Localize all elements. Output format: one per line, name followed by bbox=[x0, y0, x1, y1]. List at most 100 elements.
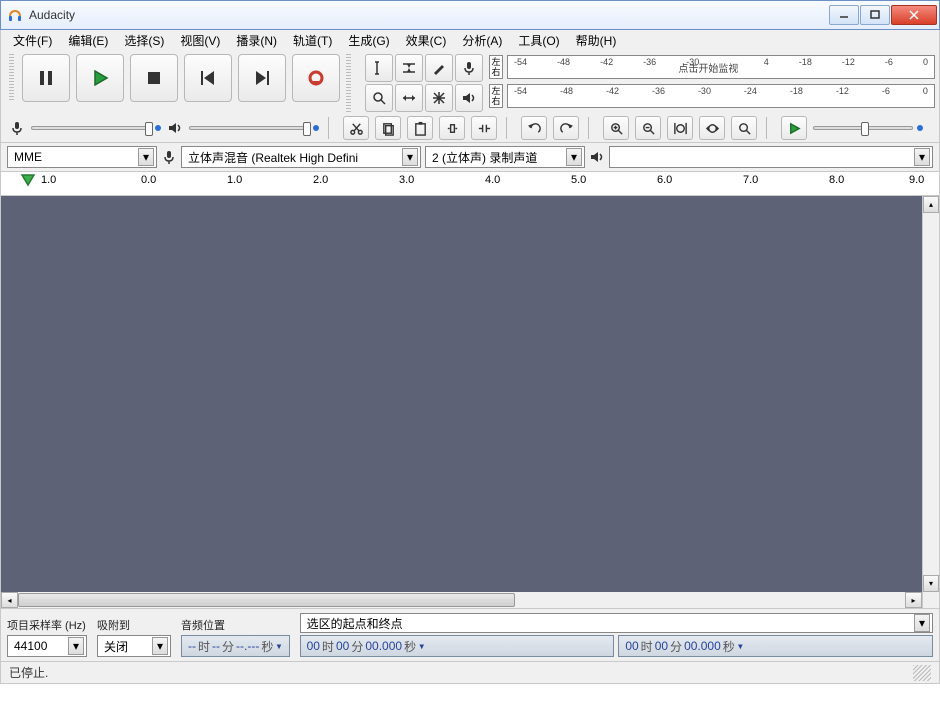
audio-host-combo[interactable]: MME ▾ bbox=[7, 146, 157, 168]
zoom-in-button[interactable] bbox=[603, 116, 629, 140]
menu-file[interactable]: 文件(F) bbox=[5, 31, 60, 50]
stop-button[interactable] bbox=[130, 54, 178, 102]
close-button[interactable] bbox=[891, 5, 937, 25]
chevron-down-icon: ▾ bbox=[914, 614, 930, 632]
menu-effect[interactable]: 效果(C) bbox=[398, 31, 455, 50]
recording-volume-slider[interactable] bbox=[31, 125, 161, 131]
playback-device-combo[interactable]: ▾ bbox=[609, 146, 933, 168]
trim-button[interactable] bbox=[439, 116, 465, 140]
ruler-tick: 8.0 bbox=[829, 174, 844, 186]
toolbar-grip[interactable] bbox=[9, 54, 14, 102]
transport-toolbar bbox=[22, 54, 340, 102]
multi-tool-icon[interactable] bbox=[425, 84, 453, 112]
menu-edit[interactable]: 编辑(E) bbox=[60, 31, 116, 50]
selection-toolbar: 项目采样率 (Hz) 44100 ▾ 吸附到 关闭 ▾ 音频位置 --时 --分… bbox=[0, 609, 940, 662]
timeline-ruler[interactable]: 1.00.01.02.03.04.05.06.07.08.09.0 bbox=[0, 172, 940, 196]
scroll-handle[interactable] bbox=[18, 593, 515, 607]
menu-analyze[interactable]: 分析(A) bbox=[454, 31, 510, 50]
skip-start-button[interactable] bbox=[184, 54, 232, 102]
ruler-tick: 2.0 bbox=[313, 174, 328, 186]
recording-device-combo[interactable]: 立体声混音 (Realtek High Defini ▾ bbox=[181, 146, 421, 168]
menu-generate[interactable]: 生成(G) bbox=[340, 31, 397, 50]
speaker-icon bbox=[167, 120, 183, 136]
menu-bar: 文件(F) 编辑(E) 选择(S) 视图(V) 播录(N) 轨道(T) 生成(G… bbox=[0, 30, 940, 50]
start-monitoring-text[interactable]: 点击开始监视 bbox=[678, 60, 738, 75]
scroll-left-button[interactable]: ◂ bbox=[1, 592, 18, 608]
redo-button[interactable] bbox=[553, 116, 579, 140]
toolbar-grip[interactable] bbox=[346, 54, 351, 112]
title-bar: Audacity bbox=[0, 0, 940, 30]
cut-button[interactable] bbox=[343, 116, 369, 140]
ruler-tick: 5.0 bbox=[571, 174, 586, 186]
scroll-right-button[interactable]: ▸ bbox=[905, 592, 922, 608]
rec-meter-label: 左右 bbox=[489, 55, 503, 79]
ruler-tick: 6.0 bbox=[657, 174, 672, 186]
menu-select[interactable]: 选择(S) bbox=[116, 31, 172, 50]
zoom-out-button[interactable] bbox=[635, 116, 661, 140]
scroll-down-button[interactable]: ▾ bbox=[923, 575, 939, 592]
audio-position-display[interactable]: --时 --分 --.---秒 ▾ bbox=[181, 635, 290, 657]
chevron-down-icon: ▾ bbox=[914, 148, 930, 166]
selection-start-display[interactable]: 00时 00分 00.000秒 ▾ bbox=[300, 635, 615, 657]
status-text: 已停止. bbox=[9, 664, 48, 681]
draw-tool-icon[interactable] bbox=[425, 54, 453, 82]
silence-button[interactable] bbox=[471, 116, 497, 140]
tracks-canvas[interactable] bbox=[1, 196, 922, 592]
copy-button[interactable] bbox=[375, 116, 401, 140]
selection-mode-combo[interactable]: 选区的起点和终点 ▾ bbox=[300, 613, 933, 633]
rec-meter-mic-icon[interactable] bbox=[455, 54, 483, 82]
chevron-down-icon: ▾ bbox=[138, 148, 154, 166]
window-title: Audacity bbox=[29, 8, 828, 22]
snap-to-combo[interactable]: 关闭 ▾ bbox=[97, 635, 171, 657]
zoom-tool-icon[interactable] bbox=[365, 84, 393, 112]
recording-channels-combo[interactable]: 2 (立体声) 录制声道 ▾ bbox=[425, 146, 585, 168]
toolbar-area: 左右 -54 -48 -42 -36 -30 x 4 -18 -12 -6 0 bbox=[0, 50, 940, 143]
scroll-corner bbox=[922, 592, 939, 608]
recording-meter[interactable]: -54 -48 -42 -36 -30 x 4 -18 -12 -6 0 点击开… bbox=[507, 55, 935, 79]
chevron-down-icon: ▾ bbox=[68, 637, 84, 655]
minimize-button[interactable] bbox=[829, 5, 859, 25]
paste-button[interactable] bbox=[407, 116, 433, 140]
selection-tool-icon[interactable] bbox=[365, 54, 393, 82]
play-button[interactable] bbox=[76, 54, 124, 102]
menu-view[interactable]: 视图(V) bbox=[172, 31, 228, 50]
ruler-tick: 1.0 bbox=[227, 174, 242, 186]
maximize-button[interactable] bbox=[860, 5, 890, 25]
skip-end-button[interactable] bbox=[238, 54, 286, 102]
zoom-toggle-button[interactable] bbox=[731, 116, 757, 140]
project-rate-combo[interactable]: 44100 ▾ bbox=[7, 635, 87, 657]
record-button[interactable] bbox=[292, 54, 340, 102]
tools-toolbar bbox=[365, 54, 483, 112]
play-speed-slider[interactable] bbox=[813, 125, 935, 131]
ruler-tick: 3.0 bbox=[399, 174, 414, 186]
playback-volume-slider[interactable] bbox=[189, 125, 319, 131]
envelope-tool-icon[interactable] bbox=[395, 54, 423, 82]
vertical-scrollbar[interactable]: ▴ ▾ bbox=[922, 196, 939, 592]
meters-area: 左右 -54 -48 -42 -36 -30 x 4 -18 -12 -6 0 bbox=[489, 54, 935, 109]
chevron-down-icon: ▾ bbox=[152, 637, 168, 655]
playback-meter[interactable]: -54 -48 -42 -36 -30 -24 -18 -12 -6 0 bbox=[507, 84, 935, 108]
snap-to-label: 吸附到 bbox=[97, 617, 171, 633]
chevron-down-icon: ▾ bbox=[566, 148, 582, 166]
ruler-tick: 9.0 bbox=[909, 174, 924, 186]
play-meter-speaker-icon[interactable] bbox=[455, 84, 483, 112]
scroll-up-button[interactable]: ▴ bbox=[923, 196, 939, 213]
horizontal-scrollbar[interactable]: ◂ ▸ bbox=[0, 592, 940, 609]
playhead-marker-icon[interactable] bbox=[21, 174, 35, 191]
resize-grip-icon[interactable] bbox=[913, 665, 931, 681]
timeshift-tool-icon[interactable] bbox=[395, 84, 423, 112]
speaker-icon bbox=[589, 149, 605, 165]
fit-project-button[interactable] bbox=[699, 116, 725, 140]
pause-button[interactable] bbox=[22, 54, 70, 102]
menu-transport[interactable]: 播录(N) bbox=[228, 31, 285, 50]
play-at-speed-button[interactable] bbox=[781, 116, 807, 140]
undo-button[interactable] bbox=[521, 116, 547, 140]
fit-selection-button[interactable] bbox=[667, 116, 693, 140]
audio-position-label: 音频位置 bbox=[181, 617, 290, 633]
menu-help[interactable]: 帮助(H) bbox=[568, 31, 625, 50]
ruler-tick: 1.0 bbox=[41, 174, 56, 186]
selection-end-display[interactable]: 00时 00分 00.000秒 ▾ bbox=[618, 635, 933, 657]
chevron-down-icon: ▾ bbox=[402, 148, 418, 166]
menu-tools[interactable]: 工具(O) bbox=[510, 31, 567, 50]
menu-tracks[interactable]: 轨道(T) bbox=[285, 31, 340, 50]
